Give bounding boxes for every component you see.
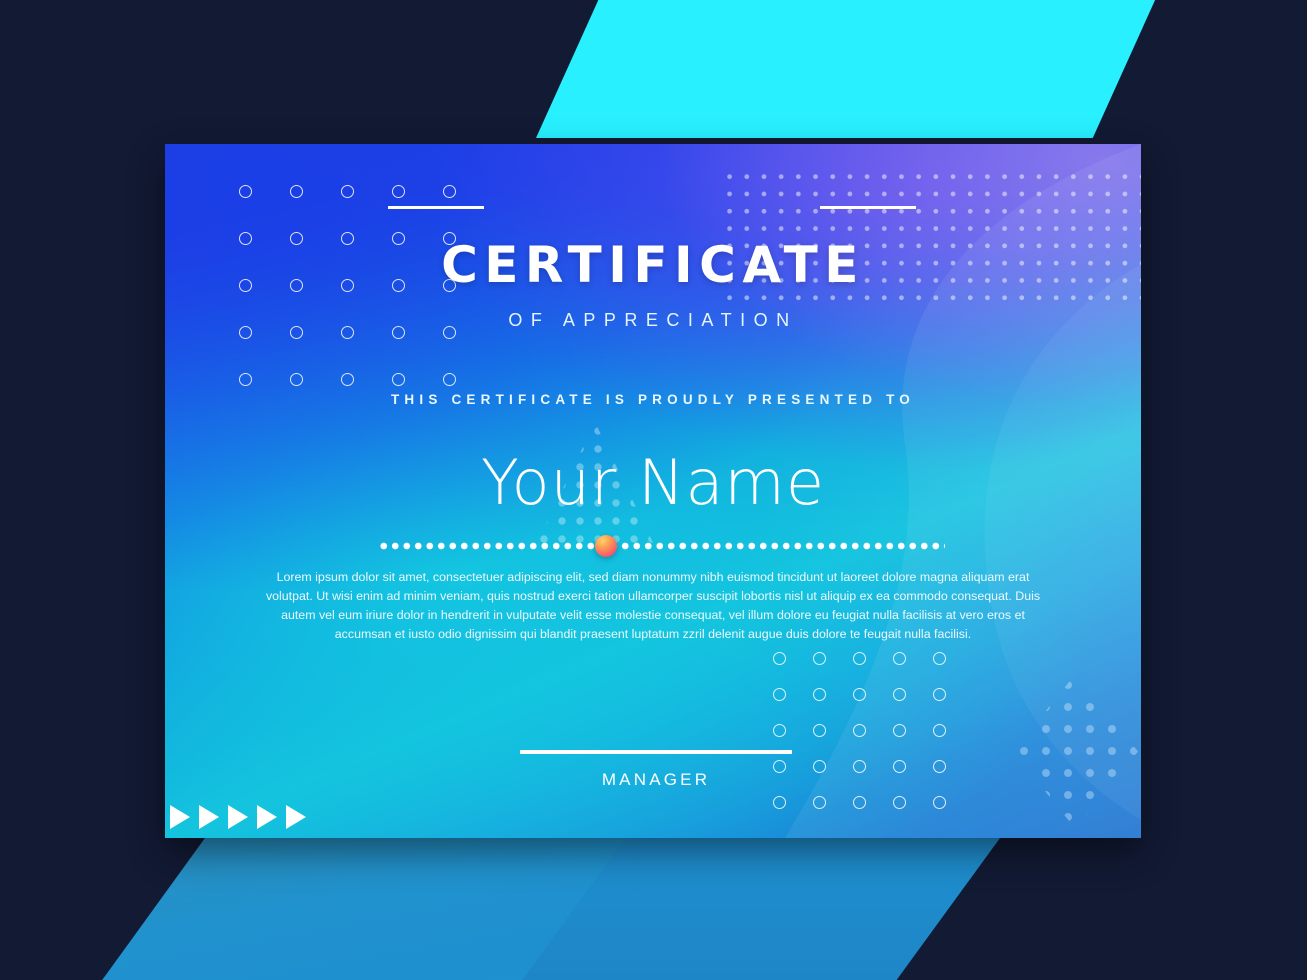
- play-triangle-icon: [257, 805, 277, 829]
- certificate-canvas: CERTIFICATE OF APPRECIATION THIS CERTIFI…: [0, 0, 1307, 980]
- title-rule-left: [388, 206, 484, 209]
- signature-role-label: MANAGER: [601, 770, 711, 789]
- certificate-card: CERTIFICATE OF APPRECIATION THIS CERTIFI…: [165, 144, 1141, 838]
- page-title: CERTIFICATE: [441, 236, 865, 294]
- presented-to-label: THIS CERTIFICATE IS PROUDLY PRESENTED TO: [390, 392, 916, 407]
- play-triangle-icon: [286, 805, 306, 829]
- recipient-name: Your Name: [481, 446, 825, 519]
- certificate-subtitle: OF APPRECIATION: [508, 310, 798, 330]
- title-row: CERTIFICATE: [165, 240, 1141, 290]
- signature-line: [520, 750, 792, 754]
- name-divider-dotted: [378, 542, 945, 550]
- play-triangle-icon: [199, 805, 219, 829]
- arrow-decoration-row: [170, 805, 306, 829]
- body-text: Lorem ipsum dolor sit amet, consectetuer…: [265, 570, 1041, 641]
- certificate-content: CERTIFICATE OF APPRECIATION THIS CERTIFI…: [165, 144, 1141, 838]
- accent-ball-icon: [595, 535, 617, 557]
- play-triangle-icon: [228, 805, 248, 829]
- title-rule-right: [820, 206, 916, 209]
- top-cyan-band: [536, 0, 1156, 138]
- play-triangle-icon: [170, 805, 190, 829]
